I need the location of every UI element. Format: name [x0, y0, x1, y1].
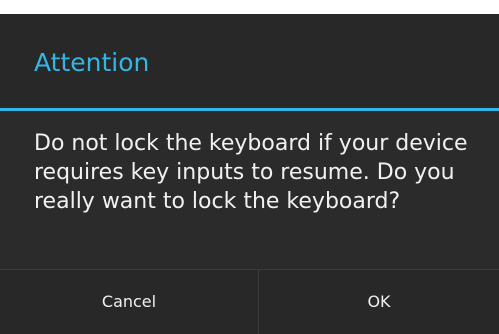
ok-button[interactable]: OK — [259, 270, 499, 334]
top-strip — [0, 0, 499, 14]
alert-dialog: Attention Do not lock the keyboard if yo… — [0, 0, 499, 334]
cancel-button[interactable]: Cancel — [0, 270, 258, 334]
dialog-title: Attention — [34, 48, 150, 77]
dialog-button-bar: Cancel OK — [0, 269, 499, 334]
dialog-message: Do not lock the keyboard if your device … — [34, 131, 468, 214]
dialog-title-bar: Attention — [0, 14, 499, 108]
dialog-body: Do not lock the keyboard if your device … — [0, 111, 499, 269]
